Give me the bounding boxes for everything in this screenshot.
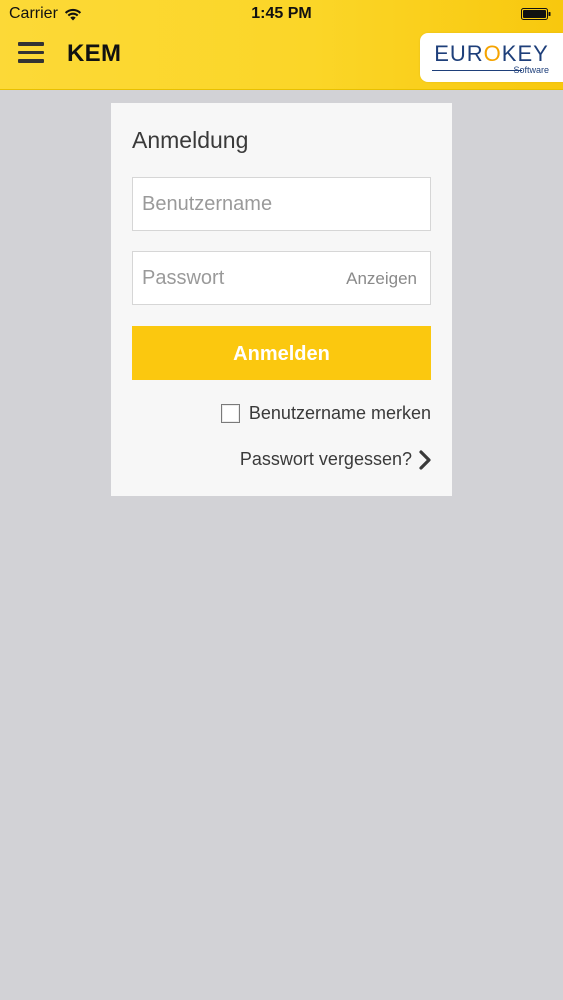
show-password-button[interactable]: Anzeigen: [346, 269, 417, 289]
remember-username-toggle[interactable]: Benutzername merken: [220, 403, 431, 424]
login-panel: Anmeldung Anzeigen Anmelden Benutzername…: [111, 103, 452, 496]
remember-username-checkbox[interactable]: [220, 404, 240, 423]
logo-subtitle: Software: [513, 65, 549, 75]
forgot-password-link[interactable]: Passwort vergessen?: [240, 449, 431, 470]
eurokey-logo: EUROKEY Software: [420, 33, 563, 82]
app-title: KEM: [67, 40, 122, 67]
status-bar: Carrier 1:45 PM: [0, 0, 563, 28]
battery-icon: [521, 8, 551, 20]
remember-username-label: Benutzername merken: [248, 403, 431, 423]
status-time: 1:45 PM: [251, 5, 312, 22]
login-button[interactable]: Anmelden: [132, 326, 431, 380]
login-title: Anmeldung: [132, 127, 249, 153]
username-input[interactable]: [142, 178, 342, 230]
forgot-password-label: Passwort vergessen?: [239, 449, 412, 469]
password-field[interactable]: Anzeigen: [132, 251, 431, 305]
password-input[interactable]: [142, 252, 342, 304]
chevron-right-icon: [419, 449, 431, 470]
logo-underline: [432, 70, 522, 71]
logo-wordmark: EUROKEY: [434, 41, 549, 66]
hamburger-menu-icon[interactable]: [18, 42, 44, 66]
username-field[interactable]: [132, 177, 431, 231]
app-header: Carrier 1:45 PM KEM EUROKEY Software: [0, 0, 563, 90]
